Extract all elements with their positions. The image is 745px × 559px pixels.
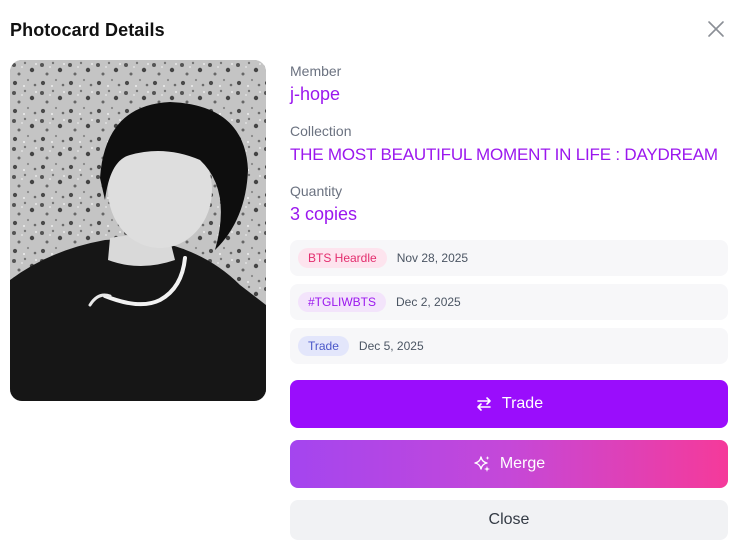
close-icon[interactable] [704, 17, 728, 41]
sparkles-icon [473, 455, 491, 473]
member-value: j-hope [290, 84, 341, 104]
history-row: BTS Heardle Nov 28, 2025 [290, 240, 728, 276]
dialog-title: Photocard Details [10, 20, 165, 40]
trade-button-label: Trade [501, 395, 544, 412]
source-badge: Trade [298, 336, 349, 356]
merge-button[interactable]: Merge [290, 440, 728, 488]
history-date: Nov 28, 2025 [396, 251, 469, 265]
history-row: Trade Dec 5, 2025 [290, 328, 728, 364]
source-badge: BTS Heardle [298, 248, 387, 268]
collection-value: THE MOST BEAUTIFUL MOMENT IN LIFE : DAYD… [290, 145, 718, 164]
trade-arrows-icon [475, 395, 493, 413]
source-badge: #TGLIWBTS [298, 292, 387, 312]
history-date: Dec 2, 2025 [396, 295, 461, 309]
history-date: Dec 5, 2025 [358, 339, 424, 353]
merge-button-label: Merge [499, 455, 546, 472]
history-row: #TGLIWBTS Dec 2, 2025 [290, 284, 728, 320]
photocard-image [10, 60, 266, 401]
quantity-label: Quantity [290, 183, 343, 199]
close-button-label: Close [488, 511, 530, 528]
close-button[interactable]: Close [290, 500, 728, 540]
quantity-value: 3 copies [290, 204, 358, 224]
member-label: Member [290, 63, 342, 79]
trade-button[interactable]: Trade [290, 380, 728, 428]
collection-label: Collection [290, 123, 352, 139]
